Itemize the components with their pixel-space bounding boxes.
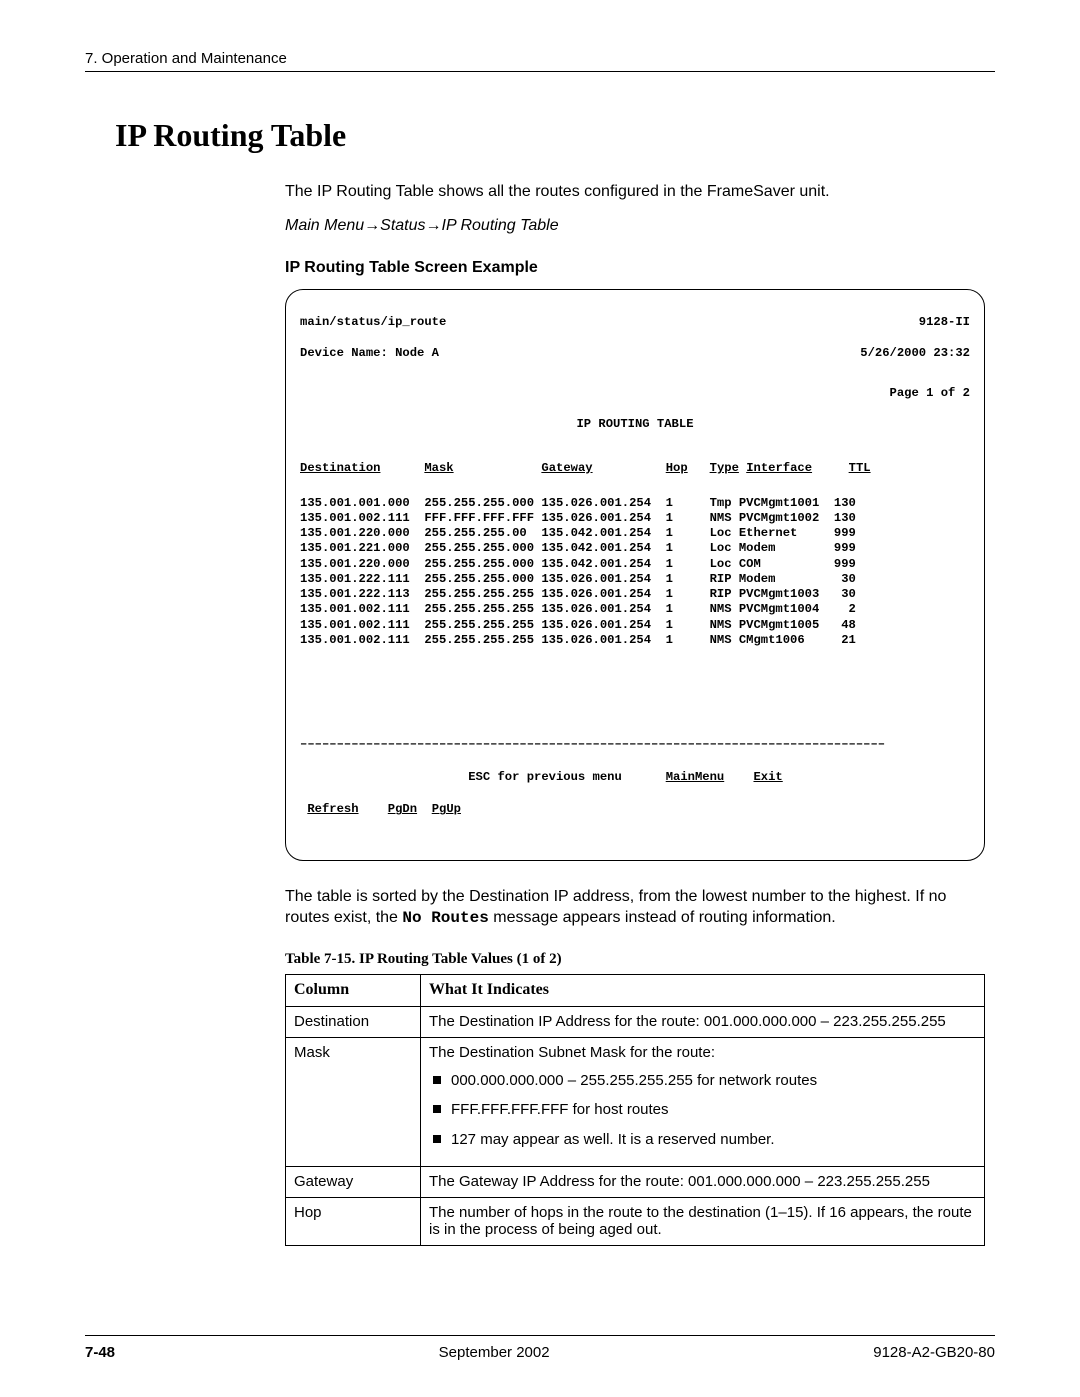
terminal-page-indicator: Page 1 of 2 <box>300 386 970 401</box>
table-row: Destination The Destination IP Address f… <box>286 1006 985 1037</box>
terminal-column-headers: Destination Mask Gateway Hop Type Interf… <box>300 461 970 476</box>
terminal-title: IP ROUTING TABLE <box>300 417 970 432</box>
col-desc: The Gateway IP Address for the route: 00… <box>421 1167 985 1198</box>
header-rule <box>85 71 995 72</box>
terminal-pgdn-link[interactable]: PgDn <box>388 802 417 816</box>
running-header: 7. Operation and Maintenance <box>85 50 995 67</box>
screen-example-label: IP Routing Table Screen Example <box>285 259 985 277</box>
col-name: Gateway <box>286 1167 421 1198</box>
body-block: The IP Routing Table shows all the route… <box>285 182 985 1246</box>
terminal-separator: ––––––––––––––––––––––––––––––––––––––––… <box>300 737 970 752</box>
footer-rule <box>85 1335 995 1336</box>
col-name: Mask <box>286 1037 421 1167</box>
terminal-model: 9128-II <box>919 315 970 330</box>
nav-path: Main Menu→Status→IP Routing Table <box>285 217 985 235</box>
terminal-exit-link[interactable]: Exit <box>753 770 782 784</box>
list-item: FFF.FFF.FFF.FFF for host routes <box>429 1100 976 1120</box>
table-header-desc: What It Indicates <box>421 974 985 1006</box>
terminal-device-name: Device Name: Node A <box>300 346 439 361</box>
section-title: IP Routing Table <box>115 117 995 154</box>
terminal-footer-line-2: Refresh PgDn PgUp <box>300 802 970 817</box>
table-header-column: Column <box>286 974 421 1006</box>
page-footer: 7-48 September 2002 9128-A2-GB20-80 <box>85 1335 995 1361</box>
terminal-pgup-link[interactable]: PgUp <box>432 802 461 816</box>
col-desc: The number of hops in the route to the d… <box>421 1198 985 1246</box>
values-table: Column What It Indicates Destination The… <box>285 974 985 1247</box>
list-item: 127 may appear as well. It is a reserved… <box>429 1130 976 1150</box>
col-name: Destination <box>286 1006 421 1037</box>
no-routes-literal: No Routes <box>402 909 488 927</box>
mask-bullet-list: 000.000.000.000 – 255.255.255.255 for ne… <box>429 1071 976 1150</box>
table-header-row: Column What It Indicates <box>286 974 985 1006</box>
col-desc: The Destination Subnet Mask for the rout… <box>421 1037 985 1167</box>
intro-paragraph: The IP Routing Table shows all the route… <box>285 182 985 203</box>
terminal-screen: main/status/ip_route 9128-II Device Name:… <box>285 289 985 861</box>
col-name: Hop <box>286 1198 421 1246</box>
table-row: Gateway The Gateway IP Address for the r… <box>286 1167 985 1198</box>
footer-page-number: 7-48 <box>85 1344 115 1361</box>
terminal-footer-line-1: ESC for previous menu MainMenu Exit <box>300 770 970 785</box>
page: 7. Operation and Maintenance IP Routing … <box>0 0 1080 1397</box>
terminal-rows: 135.001.001.000 255.255.255.000 135.026.… <box>300 496 970 649</box>
terminal-timestamp: 5/26/2000 23:32 <box>860 346 970 361</box>
table-row: Hop The number of hops in the route to t… <box>286 1198 985 1246</box>
footer-date: September 2002 <box>439 1344 550 1361</box>
table-caption: Table 7-15. IP Routing Table Values (1 o… <box>285 951 985 968</box>
col-desc: The Destination IP Address for the route… <box>421 1006 985 1037</box>
table-row: Mask The Destination Subnet Mask for the… <box>286 1037 985 1167</box>
terminal-refresh-link[interactable]: Refresh <box>307 802 358 816</box>
terminal-path: main/status/ip_route <box>300 315 446 330</box>
footer-doc-number: 9128-A2-GB20-80 <box>873 1344 995 1361</box>
after-terminal-paragraph: The table is sorted by the Destination I… <box>285 887 985 929</box>
terminal-mainmenu-link[interactable]: MainMenu <box>666 770 725 784</box>
list-item: 000.000.000.000 – 255.255.255.255 for ne… <box>429 1071 976 1091</box>
